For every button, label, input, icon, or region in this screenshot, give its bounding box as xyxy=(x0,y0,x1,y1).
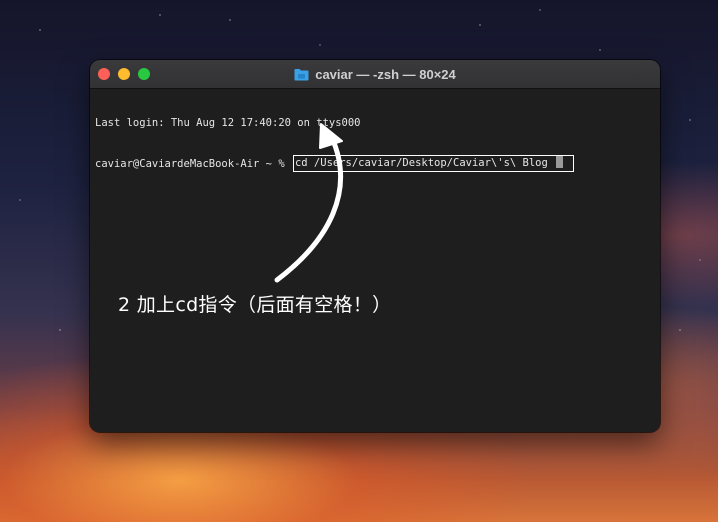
window-title: caviar — -zsh — 80×24 xyxy=(90,60,660,88)
shell-prompt: caviar@CaviardeMacBook-Air ~ % xyxy=(95,158,291,170)
terminal-window[interactable]: caviar — -zsh — 80×24 Last login: Thu Au… xyxy=(90,60,660,432)
window-title-text: caviar — -zsh — 80×24 xyxy=(315,66,456,82)
prompt-line: caviar@CaviardeMacBook-Air ~ % cd /Users… xyxy=(95,155,655,172)
last-login-line: Last login: Thu Aug 12 17:40:20 on ttys0… xyxy=(95,117,361,129)
terminal-output[interactable]: Last login: Thu Aug 12 17:40:20 on ttys0… xyxy=(95,91,655,195)
text-cursor xyxy=(556,156,564,168)
title-bar[interactable]: caviar — -zsh — 80×24 xyxy=(90,60,660,89)
command-input[interactable]: cd /Users/caviar/Desktop/Caviar\'s\ Blog xyxy=(292,155,575,172)
folder-icon xyxy=(294,68,309,80)
annotation-label: 2 加上cd指令（后面有空格！） xyxy=(118,294,392,316)
command-text: cd /Users/caviar/Desktop/Caviar\'s\ Blog xyxy=(294,157,555,169)
